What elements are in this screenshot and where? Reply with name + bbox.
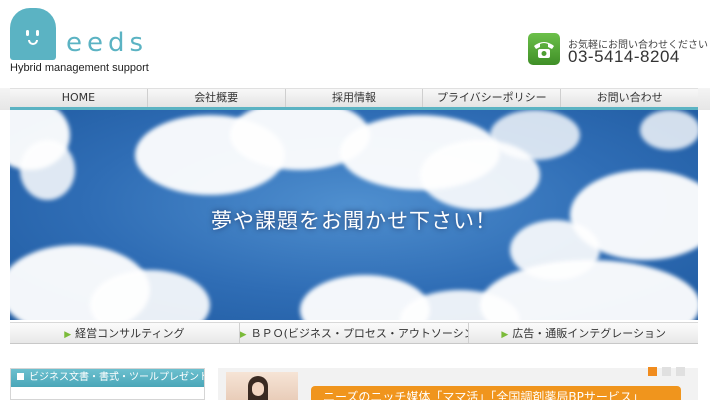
- nav-item-recruit[interactable]: 採用情報: [286, 89, 424, 107]
- sidebar-heading[interactable]: ビジネス文書・書式・ツールプレゼント: [11, 369, 204, 387]
- slider-dot-1[interactable]: [648, 367, 657, 376]
- slider-dot-2[interactable]: [662, 367, 671, 376]
- triangle-right-icon: ▶: [239, 330, 247, 340]
- triangle-right-icon: ▶: [501, 330, 509, 340]
- site-header: eeds Hybrid management support お気軽にお問い合わ…: [0, 0, 710, 88]
- hero-headline: 夢や課題をお聞かせ下さい！: [211, 209, 497, 233]
- logo-tagline: Hybrid management support: [10, 62, 149, 74]
- slider-dot-3[interactable]: [676, 367, 685, 376]
- service-nav: ▶ 経営コンサルティング ▶ ＢＰＯ(ビジネス・プロセス・アウトソーシング) ▶ 広告…: [10, 322, 698, 344]
- slider-pager: [648, 367, 685, 376]
- service-item-advertising[interactable]: ▶ 広告・通販インテグレーション: [469, 323, 698, 343]
- service-label: 経営コンサルティング: [75, 327, 185, 340]
- news-photo: [226, 372, 298, 400]
- nav-item-home[interactable]: HOME: [10, 89, 148, 107]
- needs-logo[interactable]: eeds Hybrid management support: [10, 8, 170, 74]
- news-slider: ニーズのニッチ媒体「ママ活」「全国調剤薬局BPサービス」: [218, 368, 698, 400]
- telephone-icon: [528, 33, 560, 65]
- sidebar-present-box: ビジネス文書・書式・ツールプレゼント: [10, 368, 205, 400]
- cloud: [480, 260, 698, 320]
- service-item-bpo[interactable]: ▶ ＢＰＯ(ビジネス・プロセス・アウトソーシング): [240, 323, 470, 343]
- phone-number[interactable]: 03-5414-8204: [568, 47, 680, 67]
- main-nav: HOME 会社概要 採用情報 プライバシーポリシー お問い合わせ: [10, 88, 698, 110]
- service-label: 広告・通販インテグレーション: [512, 327, 667, 340]
- triangle-right-icon: ▶: [64, 330, 72, 340]
- cloud: [490, 110, 580, 160]
- sidebar-heading-label: ビジネス文書・書式・ツールプレゼント: [29, 372, 204, 383]
- logo-wordmark: eeds: [66, 28, 149, 58]
- cloud: [640, 110, 698, 150]
- nav-edge-right: [698, 88, 710, 110]
- nav-edge-left: [0, 88, 10, 110]
- news-banner[interactable]: ニーズのニッチ媒体「ママ活」「全国調剤薬局BPサービス」: [311, 386, 681, 400]
- service-item-consulting[interactable]: ▶ 経営コンサルティング: [10, 323, 240, 343]
- service-label: ＢＰＯ(ビジネス・プロセス・アウトソーシング): [250, 327, 470, 340]
- nav-item-company[interactable]: 会社概要: [148, 89, 286, 107]
- cloud: [20, 140, 75, 200]
- nav-item-privacy[interactable]: プライバシーポリシー: [423, 89, 562, 107]
- hero-banner: 夢や課題をお聞かせ下さい！: [10, 110, 698, 320]
- square-bullet-icon: [17, 373, 24, 380]
- logo-mascot-n: [10, 8, 56, 60]
- nav-item-contact[interactable]: お問い合わせ: [561, 89, 698, 107]
